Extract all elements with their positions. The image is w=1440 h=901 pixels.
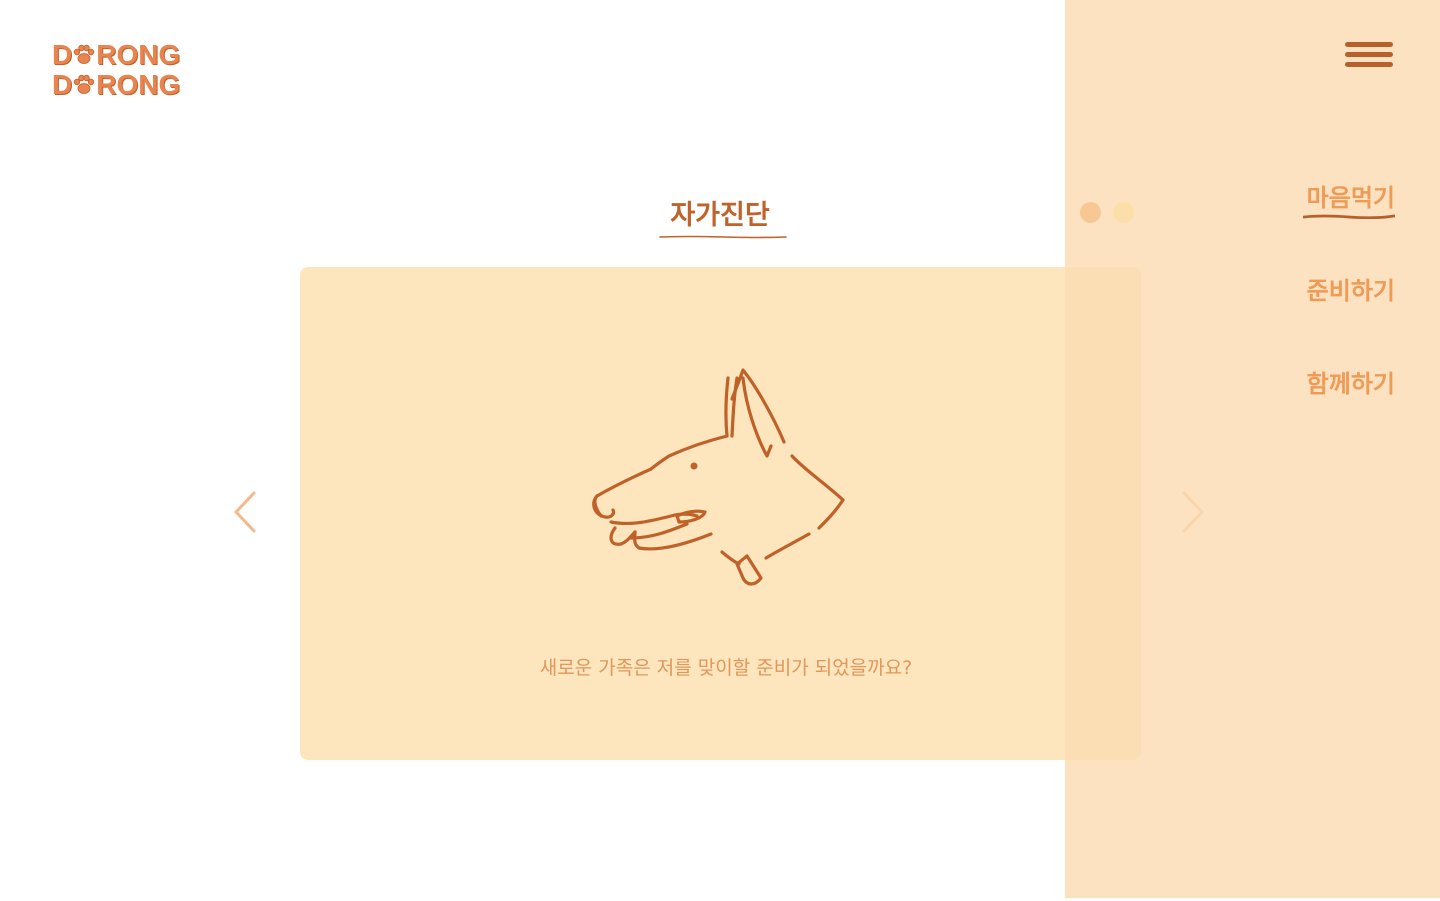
chevron-left-icon[interactable] (229, 489, 259, 535)
side-menu: 마음먹기 준비하기 함께하기 (1303, 178, 1395, 457)
menu-icon-bar (1345, 42, 1393, 47)
paw-icon (74, 74, 95, 94)
title-underline (659, 235, 787, 239)
active-menu-underline (1303, 214, 1395, 219)
slide-dot-1[interactable] (1080, 202, 1101, 223)
page: D RONG D RONG 자가진단 새로운 가족은 저를 맞이할 준비가 되었… (0, 0, 1440, 901)
menu-item-junbihagi[interactable]: 준비하기 (1307, 271, 1395, 364)
menu-icon-bar (1345, 62, 1393, 67)
logo-letter-d: D (52, 39, 73, 70)
logo-line-1: D RONG (52, 40, 202, 70)
menu-item-label: 마음먹기 (1306, 184, 1395, 212)
menu-item-hamkkehagi[interactable]: 함께하기 (1307, 364, 1395, 457)
menu-icon-bar (1345, 52, 1393, 57)
logo-letters-rong: RONG (96, 39, 181, 70)
logo[interactable]: D RONG D RONG (52, 40, 202, 102)
dog-head-illustration (592, 368, 845, 586)
slide-dot-2[interactable] (1113, 202, 1134, 223)
card-question-text: 새로운 가족은 저를 맞이할 준비가 되었을까요? (539, 657, 913, 679)
side-menu-panel: 마음먹기 준비하기 함께하기 (1065, 0, 1440, 898)
slide-indicator (1080, 202, 1134, 223)
logo-letter-d: D (52, 69, 73, 100)
menu-item-maeummeokgi[interactable]: 마음먹기 (1303, 178, 1395, 271)
question-card: 새로운 가족은 저를 맞이할 준비가 되었을까요? (300, 267, 1141, 760)
logo-line-2: D RONG (52, 70, 202, 100)
page-title: 자가진단 (670, 200, 770, 231)
menu-icon[interactable] (1345, 42, 1395, 70)
menu-item-label: 함께하기 (1306, 370, 1395, 398)
menu-item-label: 준비하기 (1306, 277, 1395, 305)
logo-letters-rong: RONG (96, 69, 181, 100)
paw-icon (74, 44, 95, 64)
